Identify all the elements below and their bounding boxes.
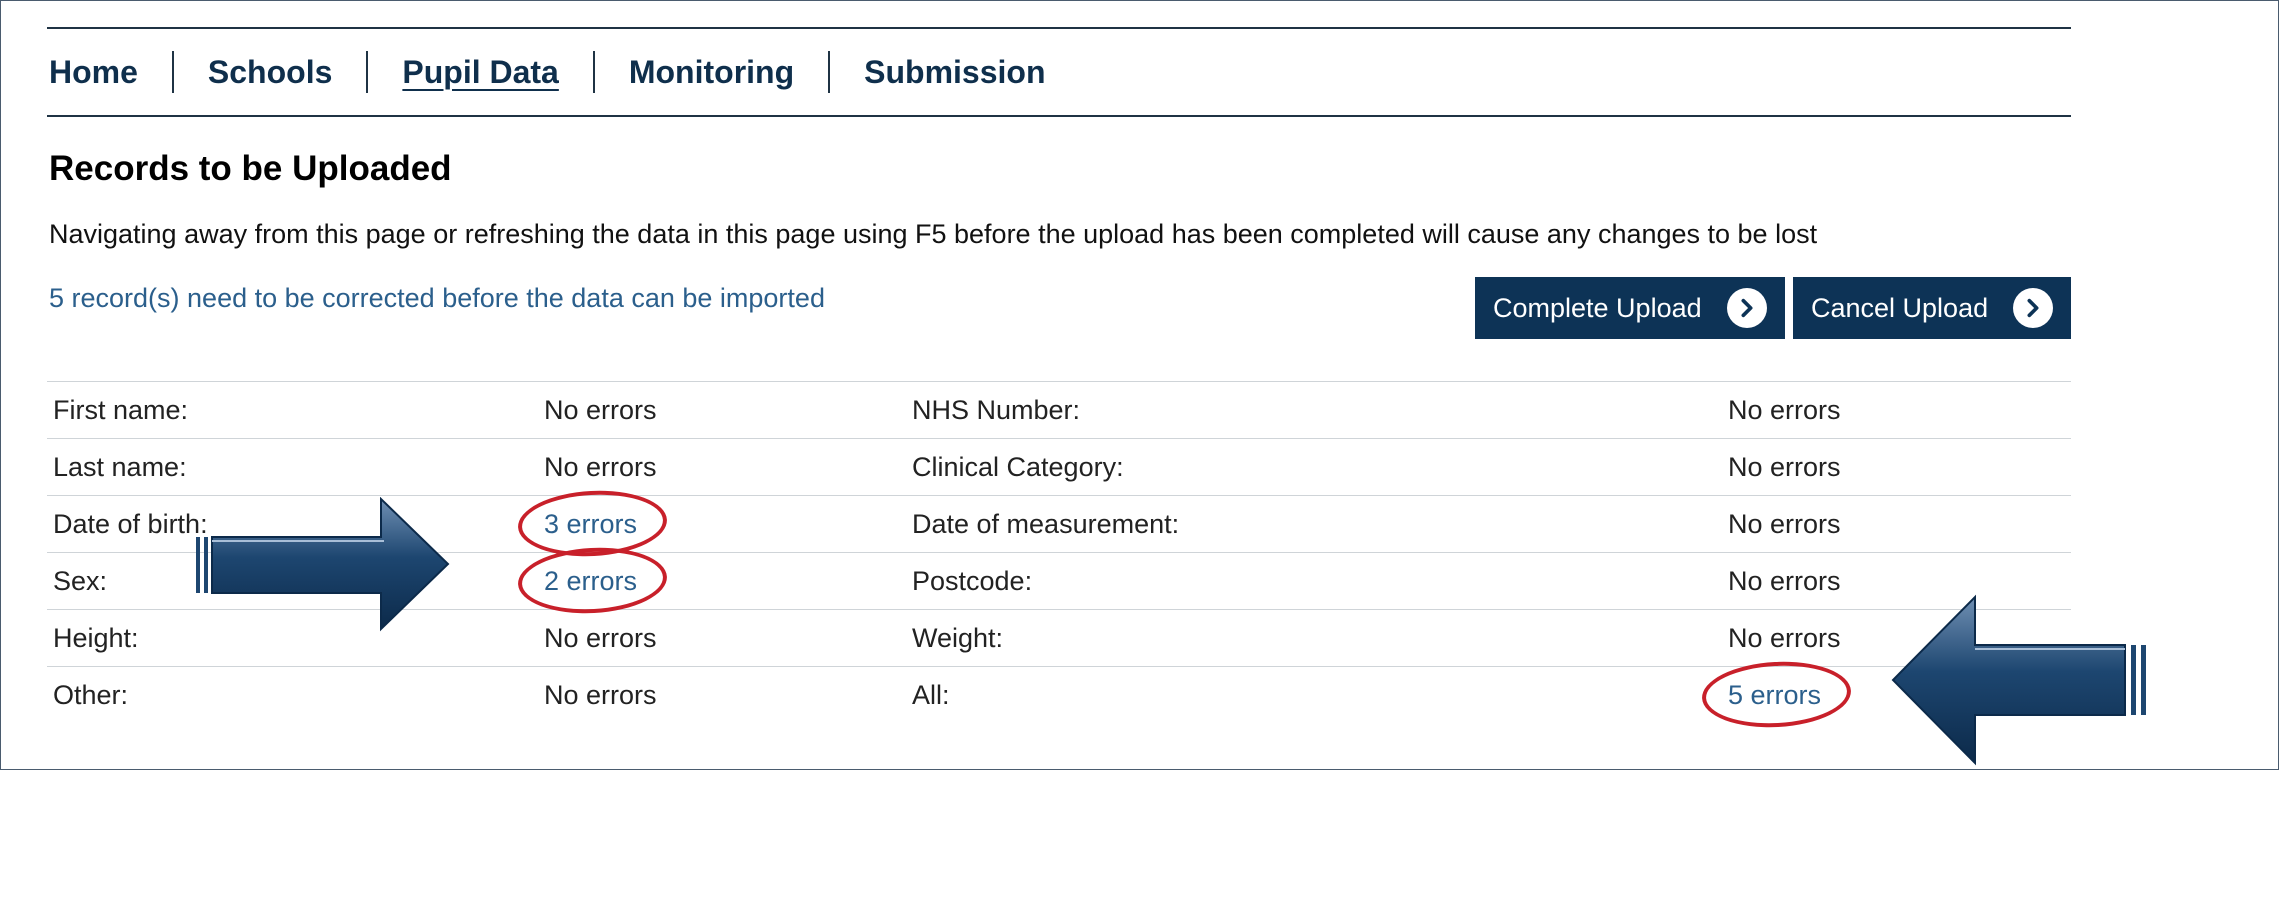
complete-upload-label: Complete Upload (1493, 292, 1702, 323)
field-status: No errors (544, 394, 657, 425)
cancel-upload-label: Cancel Upload (1811, 292, 1989, 323)
nav-item-schools[interactable]: Schools (174, 51, 369, 93)
nav-item-monitoring[interactable]: Monitoring (595, 51, 831, 93)
field-label: All: (912, 679, 950, 710)
highlight-circle: 3 errors (544, 509, 637, 540)
field-status: No errors (544, 451, 657, 482)
nav-item-submission[interactable]: Submission (830, 51, 1079, 93)
field-status-cell: 2 errors (538, 553, 906, 610)
nav-item-pupil-data[interactable]: Pupil Data (368, 51, 595, 93)
date-of-birth-errors-link[interactable]: 3 errors (544, 509, 637, 539)
field-label: Date of measurement: (912, 508, 1180, 539)
sex-errors-link[interactable]: 2 errors (544, 566, 637, 596)
field-label: Postcode: (912, 565, 1033, 596)
field-status-cell: 3 errors (538, 496, 906, 553)
field-label: NHS Number: (912, 394, 1081, 425)
field-label: First name: (53, 394, 189, 425)
field-status: No errors (1728, 451, 1841, 482)
table-row: First name: No errors NHS Number: No err… (47, 381, 2071, 439)
nav-item-home[interactable]: Home (47, 51, 174, 93)
chevron-right-circle-icon (1727, 288, 1767, 328)
field-label: Other: (53, 679, 129, 710)
navigation-warning: Navigating away from this page or refres… (49, 219, 1818, 249)
field-status: No errors (544, 679, 657, 710)
field-status: No errors (1728, 394, 1841, 425)
cancel-upload-button[interactable]: Cancel Upload (1793, 277, 2071, 339)
table-row: Last name: No errors Clinical Category: … (47, 438, 2071, 496)
correction-notice: 5 record(s) need to be corrected before … (49, 283, 825, 313)
field-status: No errors (1728, 508, 1841, 539)
main-nav: Home Schools Pupil Data Monitoring Submi… (47, 27, 2071, 117)
field-label: Weight: (912, 622, 1004, 653)
arrow-icon (196, 497, 450, 632)
field-label: Last name: (53, 451, 187, 482)
arrow-icon (1891, 594, 2146, 766)
field-label: Clinical Category: (912, 451, 1124, 482)
screenshot-frame: Home Schools Pupil Data Monitoring Submi… (0, 0, 2279, 770)
page-content: Home Schools Pupil Data Monitoring Submi… (47, 1, 2071, 771)
all-errors-link[interactable]: 5 errors (1728, 680, 1821, 710)
field-status: No errors (544, 622, 657, 653)
highlight-circle: 5 errors (1728, 680, 1821, 711)
highlight-circle: 2 errors (544, 566, 637, 597)
chevron-right-circle-icon (2013, 288, 2053, 328)
page-title: Records to be Uploaded (49, 149, 452, 188)
complete-upload-button[interactable]: Complete Upload (1475, 277, 1785, 339)
table-row: Other: No errors All: 5 errors (47, 666, 2071, 724)
